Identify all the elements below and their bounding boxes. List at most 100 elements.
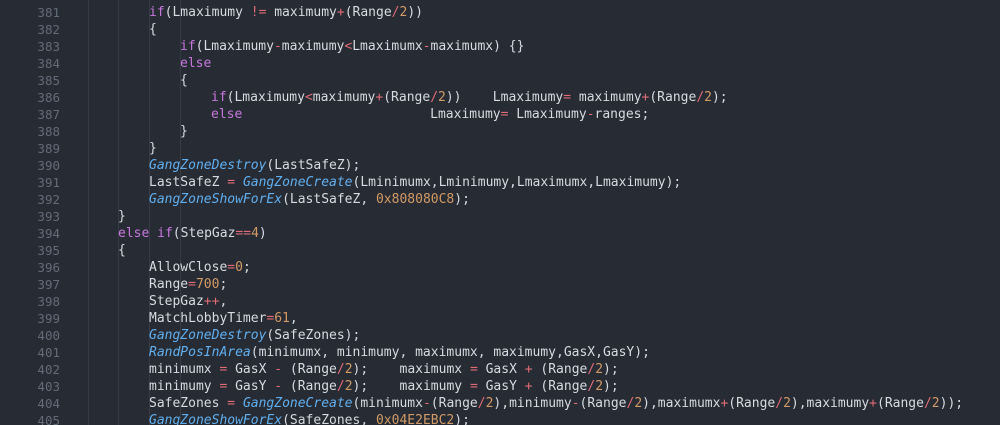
- code-token: 2: [783, 396, 791, 411]
- code-token: (Lmaximumy: [195, 39, 274, 54]
- code-text[interactable]: StepGaz++,: [149, 293, 227, 310]
- line-number: 402: [37, 362, 60, 377]
- code-token: ;: [242, 260, 251, 275]
- code-token: MatchLobbyTimer: [149, 311, 267, 326]
- code-token: );: [454, 413, 470, 425]
- code-token: ): [258, 226, 267, 241]
- code-token: (Range: [532, 362, 588, 377]
- code-line[interactable]: 396 AllowClose=0;: [0, 259, 1000, 276]
- code-line[interactable]: 395 {: [0, 242, 1000, 259]
- code-text[interactable]: else if(StepGaz==4): [118, 225, 267, 242]
- line-number: 399: [37, 311, 60, 326]
- line-number: 398: [37, 294, 60, 309]
- code-line[interactable]: 382 {: [0, 21, 1000, 38]
- code-line[interactable]: 384 else: [0, 55, 1000, 72]
- code-token: ),maximumy: [790, 396, 870, 411]
- code-text[interactable]: if(Lmaximumy<maximumy+(Range/2)) Lmaximu…: [211, 89, 728, 106]
- code-text[interactable]: if(Lmaximumy-maximumy<Lmaximumx-maximumx…: [180, 38, 524, 55]
- code-token: minimumy: [149, 379, 220, 394]
- code-token: )): [407, 5, 423, 20]
- code-token: ,: [289, 311, 298, 326]
- code-text[interactable]: }: [180, 123, 188, 140]
- code-token: GangZoneShowForEx: [149, 413, 283, 425]
- code-token: ),maximumx: [642, 396, 721, 411]
- line-number: 404: [37, 396, 60, 411]
- code-line[interactable]: 386 if(Lmaximumy<maximumy+(Range/2)) Lmax…: [0, 89, 1000, 106]
- code-line[interactable]: 394 else if(StepGaz==4): [0, 225, 1000, 242]
- code-text[interactable]: RandPosInArea(minimumx, minimumy, maximu…: [149, 344, 650, 361]
- code-line[interactable]: 388}: [0, 123, 1000, 140]
- code-line[interactable]: 403 minimumy = GasY - (Range/2); maximumy…: [0, 378, 1000, 395]
- code-token: else: [180, 56, 212, 71]
- code-token: (Range: [532, 379, 588, 394]
- code-text[interactable]: GangZoneDestroy(SafeZones);: [149, 327, 360, 344]
- code-line[interactable]: 400 GangZoneDestroy(SafeZones);: [0, 327, 1000, 344]
- code-token: (SafeZones,: [282, 413, 376, 425]
- code-token: {: [180, 73, 188, 88]
- code-text[interactable]: {: [180, 72, 188, 89]
- code-editor[interactable]: 381 if(Lmaximumy != maximumy+(Range/2)) 38…: [0, 0, 1000, 425]
- code-text[interactable]: GangZoneShowForEx(SafeZones, 0x04E2EBC2)…: [149, 412, 470, 425]
- code-token: GasX: [477, 362, 525, 377]
- code-line[interactable]: 402 minimumx = GasX - (Range/2); maximumx…: [0, 361, 1000, 378]
- line-number: 403: [37, 379, 60, 394]
- code-token: ,: [219, 294, 228, 309]
- code-text[interactable]: minimumy = GasY - (Range/2); maximumy = …: [149, 378, 619, 395]
- code-token: /: [587, 362, 596, 377]
- code-token: Range: [149, 277, 189, 292]
- code-line[interactable]: 401 RandPosInArea(minimumx, minimumy, max…: [0, 344, 1000, 361]
- code-token: GangZoneDestroy: [149, 158, 267, 173]
- code-line[interactable]: 392 GangZoneShowForEx(LastSafeZ, 0x808080…: [0, 191, 1000, 208]
- code-text[interactable]: }: [118, 208, 126, 225]
- code-token: (Range: [383, 90, 431, 105]
- code-text[interactable]: AllowClose=0;: [149, 259, 251, 276]
- code-token: maximumx) {}: [430, 39, 525, 54]
- code-token: 2: [344, 362, 353, 377]
- code-text[interactable]: LastSafeZ = GangZoneCreate(Lminimumx,Lmi…: [149, 174, 681, 191]
- code-line[interactable]: 381 if(Lmaximumy != maximumy+(Range/2)): [0, 4, 1000, 21]
- code-text[interactable]: if(Lmaximumy != maximumy+(Range/2)): [149, 4, 423, 21]
- code-line[interactable]: 397 Range=700;: [0, 276, 1000, 293]
- code-line[interactable]: 389}: [0, 140, 1000, 157]
- code-text[interactable]: {: [118, 242, 126, 259]
- code-text[interactable]: GangZoneDestroy(LastSafeZ);: [149, 157, 360, 174]
- code-text[interactable]: SafeZones = GangZoneCreate(minimumx-(Ran…: [149, 395, 963, 412]
- code-line[interactable]: 391 LastSafeZ = GangZoneCreate(Lminimumx,…: [0, 174, 1000, 191]
- code-token: +: [524, 362, 533, 377]
- code-line[interactable]: 393}: [0, 208, 1000, 225]
- code-token: else: [211, 107, 243, 122]
- code-line[interactable]: 399 MatchLobbyTimer=61,: [0, 310, 1000, 327]
- code-token: ); maximumx: [352, 362, 470, 377]
- code-text[interactable]: else Lmaximumy= Lmaximumy-ranges;: [211, 106, 649, 123]
- code-text[interactable]: minimumx = GasX - (Range/2); maximumx = …: [149, 361, 619, 378]
- code-token: ranges;: [594, 107, 650, 122]
- code-token: /: [336, 379, 345, 394]
- code-text[interactable]: }: [149, 140, 157, 157]
- code-line[interactable]: 387 else Lmaximumy= Lmaximumy-ranges;: [0, 106, 1000, 123]
- code-token: (StepGaz: [172, 226, 236, 241]
- code-line[interactable]: 398 StepGaz++,: [0, 293, 1000, 310]
- line-number: 393: [37, 209, 60, 224]
- code-token: (Range: [430, 396, 478, 411]
- code-text[interactable]: GangZoneShowForEx(LastSafeZ, 0x808080C8)…: [149, 191, 470, 208]
- code-token: 0x04E2EBC2: [375, 413, 455, 425]
- code-line[interactable]: 385 {: [0, 72, 1000, 89]
- line-number: 392: [37, 192, 60, 207]
- code-token: -: [274, 362, 283, 377]
- code-token: );: [603, 362, 619, 377]
- code-token: GangZoneCreate: [242, 396, 353, 411]
- code-text[interactable]: Range=700;: [149, 276, 227, 293]
- code-token: 2: [595, 379, 604, 394]
- code-text[interactable]: MatchLobbyTimer=61,: [149, 310, 298, 327]
- code-text[interactable]: {: [149, 21, 157, 38]
- code-line[interactable]: 390 GangZoneDestroy(LastSafeZ);: [0, 157, 1000, 174]
- code-token: (Range: [579, 396, 627, 411]
- code-line[interactable]: 404 SafeZones = GangZoneCreate(minimumx-(…: [0, 395, 1000, 412]
- code-line[interactable]: 383 if(Lmaximumy-maximumy<Lmaximumx-maxim…: [0, 38, 1000, 55]
- code-token: ); maximumy: [352, 379, 470, 394]
- code-text[interactable]: else: [180, 55, 211, 72]
- code-line[interactable]: 405 GangZoneShowForEx(SafeZones, 0x04E2EB…: [0, 412, 1000, 425]
- code-token: 2: [931, 396, 940, 411]
- code-token: 4: [251, 226, 259, 241]
